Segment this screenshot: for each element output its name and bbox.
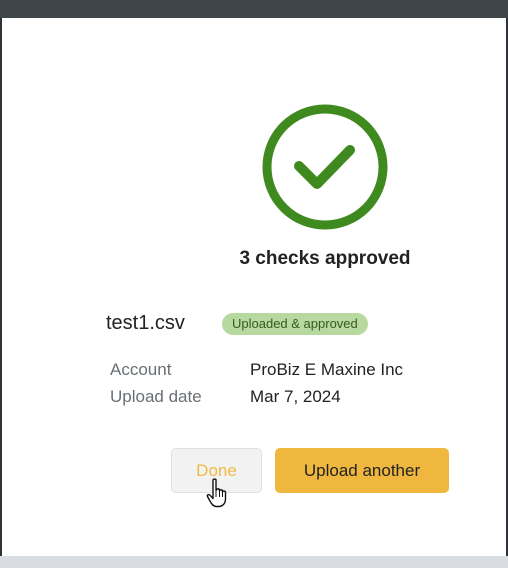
upload-date-label: Upload date [110, 387, 202, 406]
done-button[interactable]: Done [171, 448, 262, 493]
upload-date-value: Mar 7, 2024 [250, 387, 341, 406]
account-value: ProBiz E Maxine Inc [250, 360, 404, 379]
approval-headline: 3 checks approved [239, 248, 411, 269]
status-badge: Uploaded & approved [222, 313, 368, 335]
window-bottom-strip [0, 556, 508, 568]
window-top-bar [0, 0, 508, 18]
account-label: Account [110, 360, 172, 379]
check-circle-icon [262, 104, 388, 230]
file-name: test1.csv [106, 312, 185, 334]
upload-another-button[interactable]: Upload another [275, 448, 449, 493]
